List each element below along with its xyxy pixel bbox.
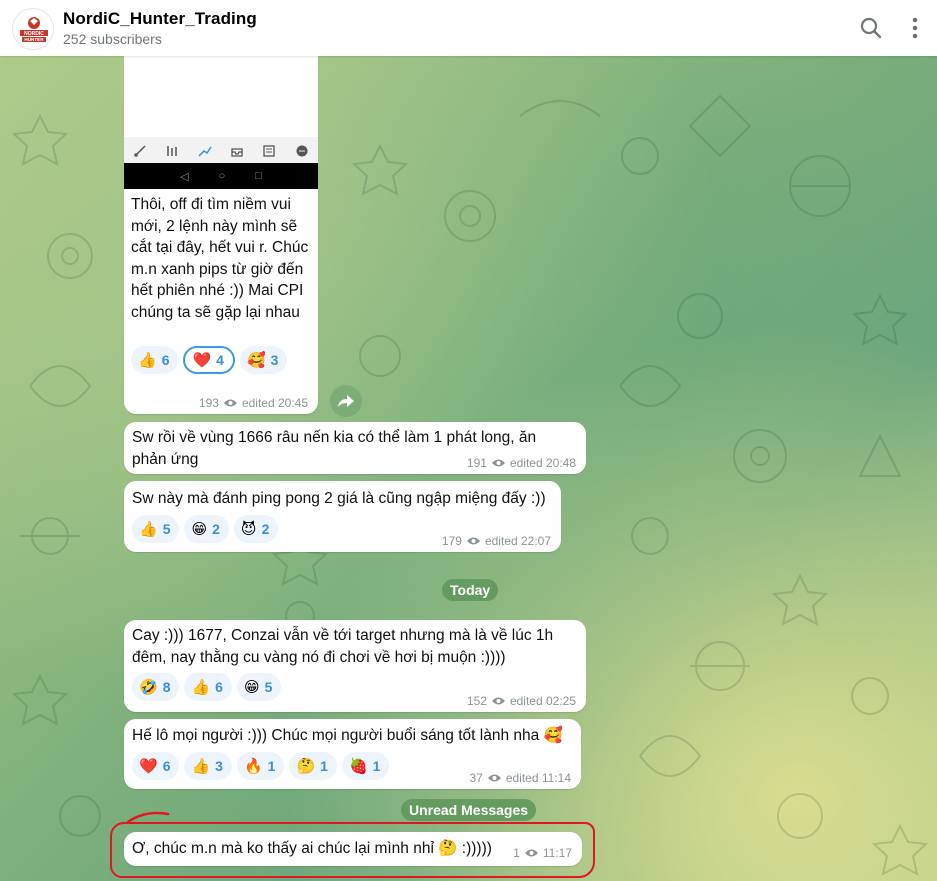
reaction-heart[interactable]: ❤️ 6 [132, 752, 180, 780]
message-meta: 179 edited 22:07 [442, 534, 551, 548]
message-meta: 152 edited 02:25 [467, 694, 576, 708]
line-icon [198, 146, 212, 157]
home-icon: ○ [218, 170, 226, 182]
message-bubble[interactable]: Cay :))) 1677, Conzai vẫn về tới target … [124, 620, 586, 712]
reaction-heart[interactable]: ❤️ 4 [183, 346, 235, 374]
reaction-grin[interactable]: 😁 2 [184, 515, 229, 543]
share-icon[interactable] [330, 385, 362, 417]
reaction-rofl[interactable]: 🤣 8 [132, 673, 180, 701]
reaction-fire[interactable]: 🔥 1 [236, 752, 285, 780]
message-meta: 191 edited 20:48 [467, 456, 576, 470]
reaction-strawberry[interactable]: 🍓 1 [341, 752, 390, 780]
date-separator: Today [442, 579, 499, 601]
recent-icon: □ [255, 170, 262, 182]
logo-text-hunter: HUNTER [24, 37, 44, 42]
message-time: edited 11:14 [505, 771, 571, 785]
search-icon[interactable] [857, 14, 885, 42]
eye-icon [491, 459, 505, 467]
channel-logo: NORDIC HUNTER [14, 10, 53, 49]
message-bubble[interactable]: Hế lô mọi người :))) Chúc mọi người buổi… [124, 719, 581, 789]
more-vertical-icon[interactable] [901, 14, 929, 42]
reaction-devil[interactable]: 😈 2 [233, 515, 279, 543]
message-time: edited 20:48 [509, 456, 576, 470]
message-text: Sw này mà đánh ping pong 2 giá là cũng n… [132, 490, 546, 507]
message-bubble[interactable]: Sw rồi về vùng 1666 râu nến kia có thể l… [124, 422, 586, 474]
channel-avatar[interactable]: NORDIC HUNTER [12, 8, 54, 50]
reaction-grin[interactable]: 😁 5 [236, 673, 282, 701]
reaction-thumbs-up[interactable]: 👍 3 [184, 752, 232, 780]
message-text: Hế lô mọi người :))) Chúc mọi người buổi… [132, 727, 563, 744]
reaction-thumbs-up[interactable]: 👍 6 [131, 346, 179, 374]
trendline-icon [134, 145, 146, 157]
chart-toolbar [124, 137, 318, 165]
reactions-row: 👍 5 😁 2 😈 2 [132, 515, 279, 543]
message-image[interactable] [124, 56, 318, 137]
view-count: 37 [469, 771, 483, 785]
reaction-thinking[interactable]: 🤔 1 [289, 752, 337, 780]
message-time: edited 20:45 [241, 396, 308, 410]
reactions-row: 👍 6 ❤️ 4 🥰 3 [131, 346, 288, 374]
subscriber-count: 252 subscribers [63, 31, 162, 47]
inbox-icon [231, 148, 243, 157]
red-annotation-outline [110, 822, 595, 878]
candles-icon [167, 146, 178, 156]
view-count: 191 [466, 456, 487, 470]
message-time: edited 22:07 [484, 534, 551, 548]
reactions-row: 🤣 8 👍 6 😁 5 [132, 673, 282, 701]
unread-separator: Unread Messages [401, 799, 537, 821]
message-text: Cay :))) 1677, Conzai vẫn về tới target … [132, 627, 554, 666]
message-time: edited 02:25 [509, 694, 576, 708]
red-annotation-stroke [126, 811, 170, 824]
reactions-row: ❤️ 6 👍 3 🔥 1 🤔 1 🍓 1 [132, 752, 390, 780]
reaction-smiling-hearts[interactable]: 🥰 3 [239, 346, 288, 374]
android-navbar: ◁ ○ □ [124, 163, 318, 189]
message-text: Thôi, off đi tìm niềm vui mới, 2 lệnh nà… [131, 196, 309, 321]
reaction-thumbs-up[interactable]: 👍 6 [184, 673, 232, 701]
channel-title[interactable]: NordiC_Hunter_Trading [63, 9, 257, 29]
view-count: 179 [441, 534, 462, 548]
message-meta: 193 edited 20:45 [199, 396, 308, 410]
back-icon: ◁ [180, 170, 189, 183]
eye-icon [491, 697, 505, 705]
view-count: 193 [198, 396, 219, 410]
eye-icon [466, 537, 480, 545]
message-meta: 37 edited 11:14 [469, 771, 571, 785]
eye-icon [223, 399, 237, 407]
reaction-thumbs-up[interactable]: 👍 5 [132, 515, 180, 543]
chat-icon [296, 145, 308, 157]
chat-area[interactable]: ◁ ○ □ Thôi, off đi tìm niềm vui mới, 2 l… [0, 56, 937, 881]
message-bubble[interactable]: ◁ ○ □ Thôi, off đi tìm niềm vui mới, 2 l… [124, 56, 318, 414]
news-icon [263, 145, 276, 157]
view-count: 152 [466, 694, 487, 708]
eye-icon [487, 774, 501, 782]
chat-header: NORDIC HUNTER NordiC_Hunter_Trading 252 … [0, 0, 937, 56]
message-bubble[interactable]: Sw này mà đánh ping pong 2 giá là cũng n… [124, 481, 561, 552]
